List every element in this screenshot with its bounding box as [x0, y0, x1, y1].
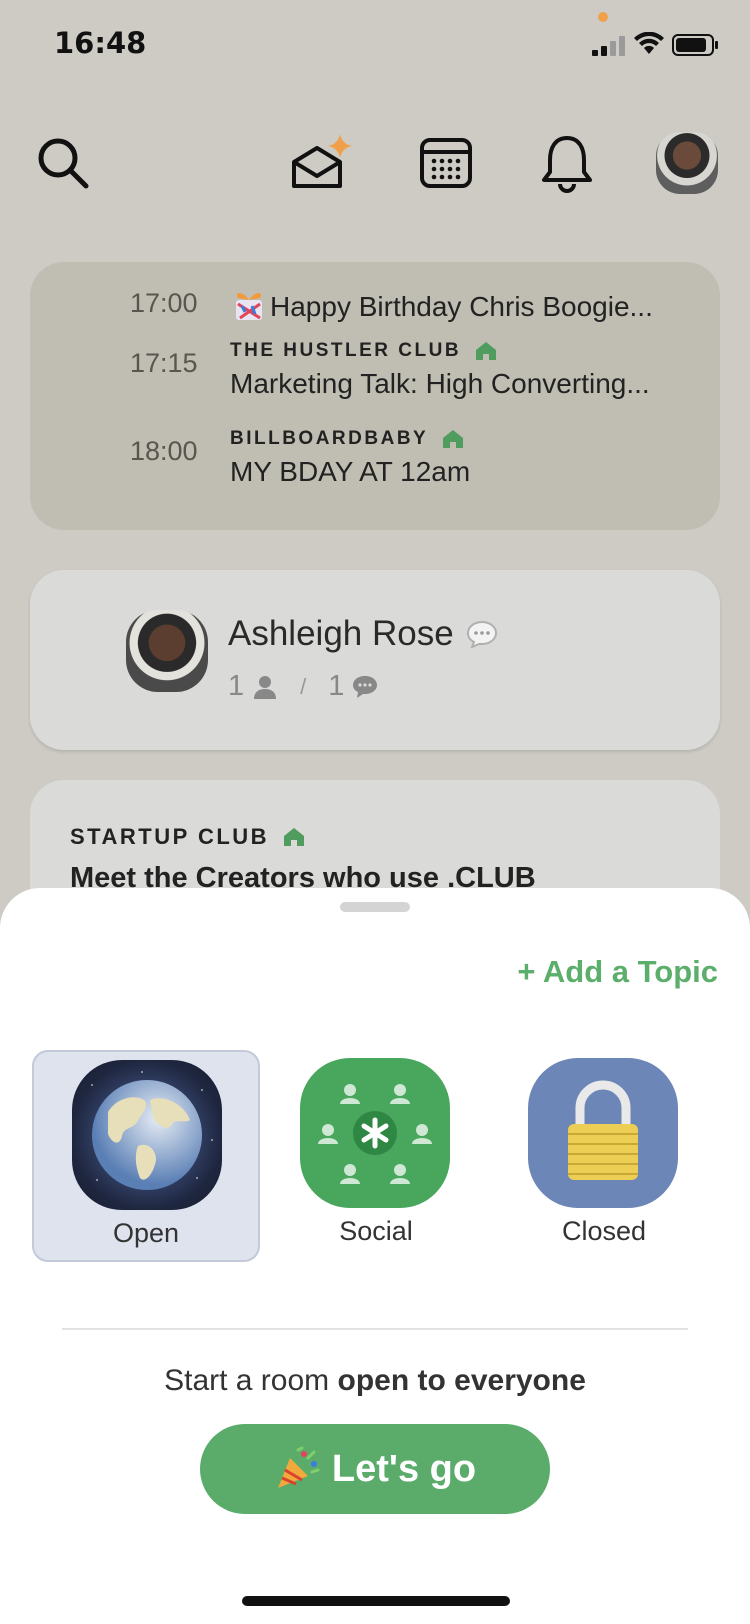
separator: /	[300, 673, 307, 699]
social-group-icon	[300, 1058, 450, 1208]
user-name: Ashleigh Rose	[228, 614, 498, 654]
club-house-icon	[284, 828, 305, 846]
search-icon[interactable]	[34, 134, 94, 194]
screen: 16:48 17:00 Happy Birthday Chris Boogie.…	[0, 0, 750, 1624]
event-club: BILLBOARDBABY	[230, 428, 464, 450]
event-title: MY BDAY AT 12am	[230, 456, 471, 487]
chat-bubble-icon	[466, 620, 497, 648]
lock-icon	[528, 1058, 678, 1208]
event-time: 17:15	[130, 348, 198, 378]
event-time: 17:00	[130, 288, 198, 318]
lets-go-label: Let's go	[331, 1447, 477, 1490]
speech-bubble-icon	[353, 675, 378, 698]
event-club-name: THE HUSTLER CLUB	[230, 340, 462, 361]
room-type-open[interactable]: Open	[32, 1050, 260, 1262]
listener-count: 1	[228, 670, 245, 702]
wifi-icon	[634, 32, 664, 54]
sheet-drag-handle[interactable]	[340, 902, 410, 912]
room-type-social[interactable]: Social	[262, 1050, 490, 1262]
home-indicator[interactable]	[242, 1596, 510, 1606]
event-club: THE HUSTLER CLUB	[230, 340, 497, 362]
room-description: Start a room open to everyone	[0, 1364, 750, 1398]
room-description-emphasis: open to everyone	[337, 1364, 586, 1397]
speaker-count: 1	[328, 670, 345, 702]
room-type-label: Open	[112, 1218, 180, 1248]
room-stats: 1 / 1	[228, 670, 378, 703]
lets-go-button[interactable]: Let's go	[200, 1424, 550, 1514]
club-house-icon	[443, 430, 464, 448]
event-title: Marketing Talk: High Converting...	[230, 368, 650, 399]
add-topic-button[interactable]: + Add a Topic	[517, 954, 718, 990]
room-type-closed[interactable]: Closed	[490, 1050, 718, 1262]
divider	[62, 1328, 688, 1330]
calendar-icon[interactable]	[418, 134, 474, 190]
user-avatar	[126, 610, 208, 692]
battery-icon	[672, 34, 718, 56]
club-house-icon	[476, 342, 497, 360]
room-type-label: Social	[339, 1216, 413, 1246]
event-club-name: BILLBOARDBABY	[230, 428, 429, 449]
birthday-gift-icon	[236, 293, 262, 320]
privacy-indicator-dot	[598, 12, 608, 22]
hallway-room-card[interactable]: Ashleigh Rose 1 / 1	[30, 570, 720, 750]
status-time: 16:48	[54, 26, 147, 60]
event-time: 18:00	[130, 436, 198, 466]
bell-icon[interactable]	[538, 132, 596, 194]
room-description-prefix: Start a room	[164, 1364, 338, 1397]
event-title-text: Happy Birthday Chris Boogie...	[270, 291, 653, 322]
user-name-text: Ashleigh Rose	[228, 614, 454, 653]
room-club: STARTUP CLUB	[70, 824, 305, 850]
party-popper-icon	[277, 1446, 320, 1488]
person-icon	[254, 675, 277, 699]
upcoming-events-card[interactable]: 17:00 Happy Birthday Chris Boogie... 17:…	[30, 262, 720, 530]
start-room-sheet: + Add a Topic Open Social Closed Start a…	[0, 888, 750, 1624]
cellular-signal-icon	[592, 36, 625, 56]
globe-icon	[72, 1060, 222, 1210]
room-club-name: STARTUP CLUB	[70, 824, 270, 849]
invite-envelope-icon[interactable]	[288, 130, 362, 196]
room-type-label: Closed	[561, 1216, 647, 1246]
profile-avatar[interactable]	[656, 132, 718, 194]
event-title: Happy Birthday Chris Boogie...	[230, 286, 653, 323]
